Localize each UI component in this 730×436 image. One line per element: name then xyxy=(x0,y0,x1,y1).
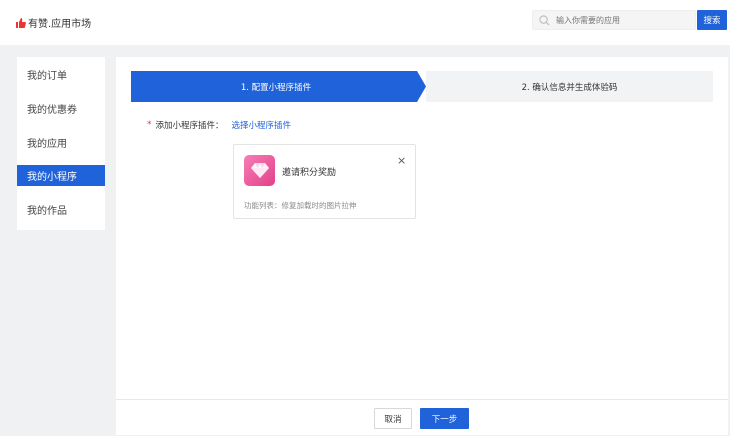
brand-name: 有赞.应用市场 xyxy=(28,19,92,30)
sidebar-item-coupons[interactable]: 我的优惠券 xyxy=(17,91,105,125)
cancel-button[interactable]: 取消 xyxy=(374,408,412,429)
step-1-label: 1. 配置小程序插件 xyxy=(240,82,312,93)
top-header: 有赞.应用市场 搜索 xyxy=(0,0,730,45)
sidebar-item-works[interactable]: 我的作品 xyxy=(17,192,105,226)
thumbs-up-logo-icon xyxy=(16,17,26,28)
plugin-field-label: 添加小程序插件： xyxy=(155,121,224,131)
required-mark: * xyxy=(147,120,152,130)
plugin-form-row: * 添加小程序插件： 选择小程序插件 xyxy=(147,119,291,131)
search-icon xyxy=(539,14,550,25)
step-2-label: 2. 确认信息并生成体验码 xyxy=(521,82,618,93)
sidebar-item-mini-programs[interactable]: 我的小程序 xyxy=(17,165,105,186)
action-footer: 取消 下一步 xyxy=(116,399,728,435)
plugin-icon xyxy=(244,155,275,186)
plugin-features: 功能列表：修复加载时的图片拉伸 xyxy=(244,201,357,210)
search-button[interactable]: 搜索 xyxy=(697,10,727,30)
diamond-icon xyxy=(250,163,269,178)
plugin-card: 邀请积分奖励 × 功能列表：修复加载时的图片拉伸 xyxy=(233,144,416,219)
step-indicator: 2. 确认信息并生成体验码 1. 配置小程序插件 xyxy=(131,71,713,102)
close-icon[interactable]: × xyxy=(397,155,406,166)
step-2: 2. 确认信息并生成体验码 xyxy=(426,71,713,102)
select-plugin-link[interactable]: 选择小程序插件 xyxy=(232,119,292,131)
search-input[interactable] xyxy=(556,15,686,25)
sidebar-item-orders[interactable]: 我的订单 xyxy=(17,57,105,91)
plugin-name: 邀请积分奖励 xyxy=(282,168,337,178)
brand[interactable]: 有赞.应用市场 xyxy=(16,15,91,30)
main-panel: 2. 确认信息并生成体验码 1. 配置小程序插件 * 添加小程序插件： 选择小程… xyxy=(116,57,728,435)
sidebar-item-apps[interactable]: 我的应用 xyxy=(17,125,105,159)
sidebar: 我的订单 我的优惠券 我的应用 我的小程序 我的作品 xyxy=(17,57,105,230)
search-box[interactable] xyxy=(532,10,696,30)
next-step-button[interactable]: 下一步 xyxy=(420,408,469,429)
step-1: 1. 配置小程序插件 xyxy=(131,71,426,102)
